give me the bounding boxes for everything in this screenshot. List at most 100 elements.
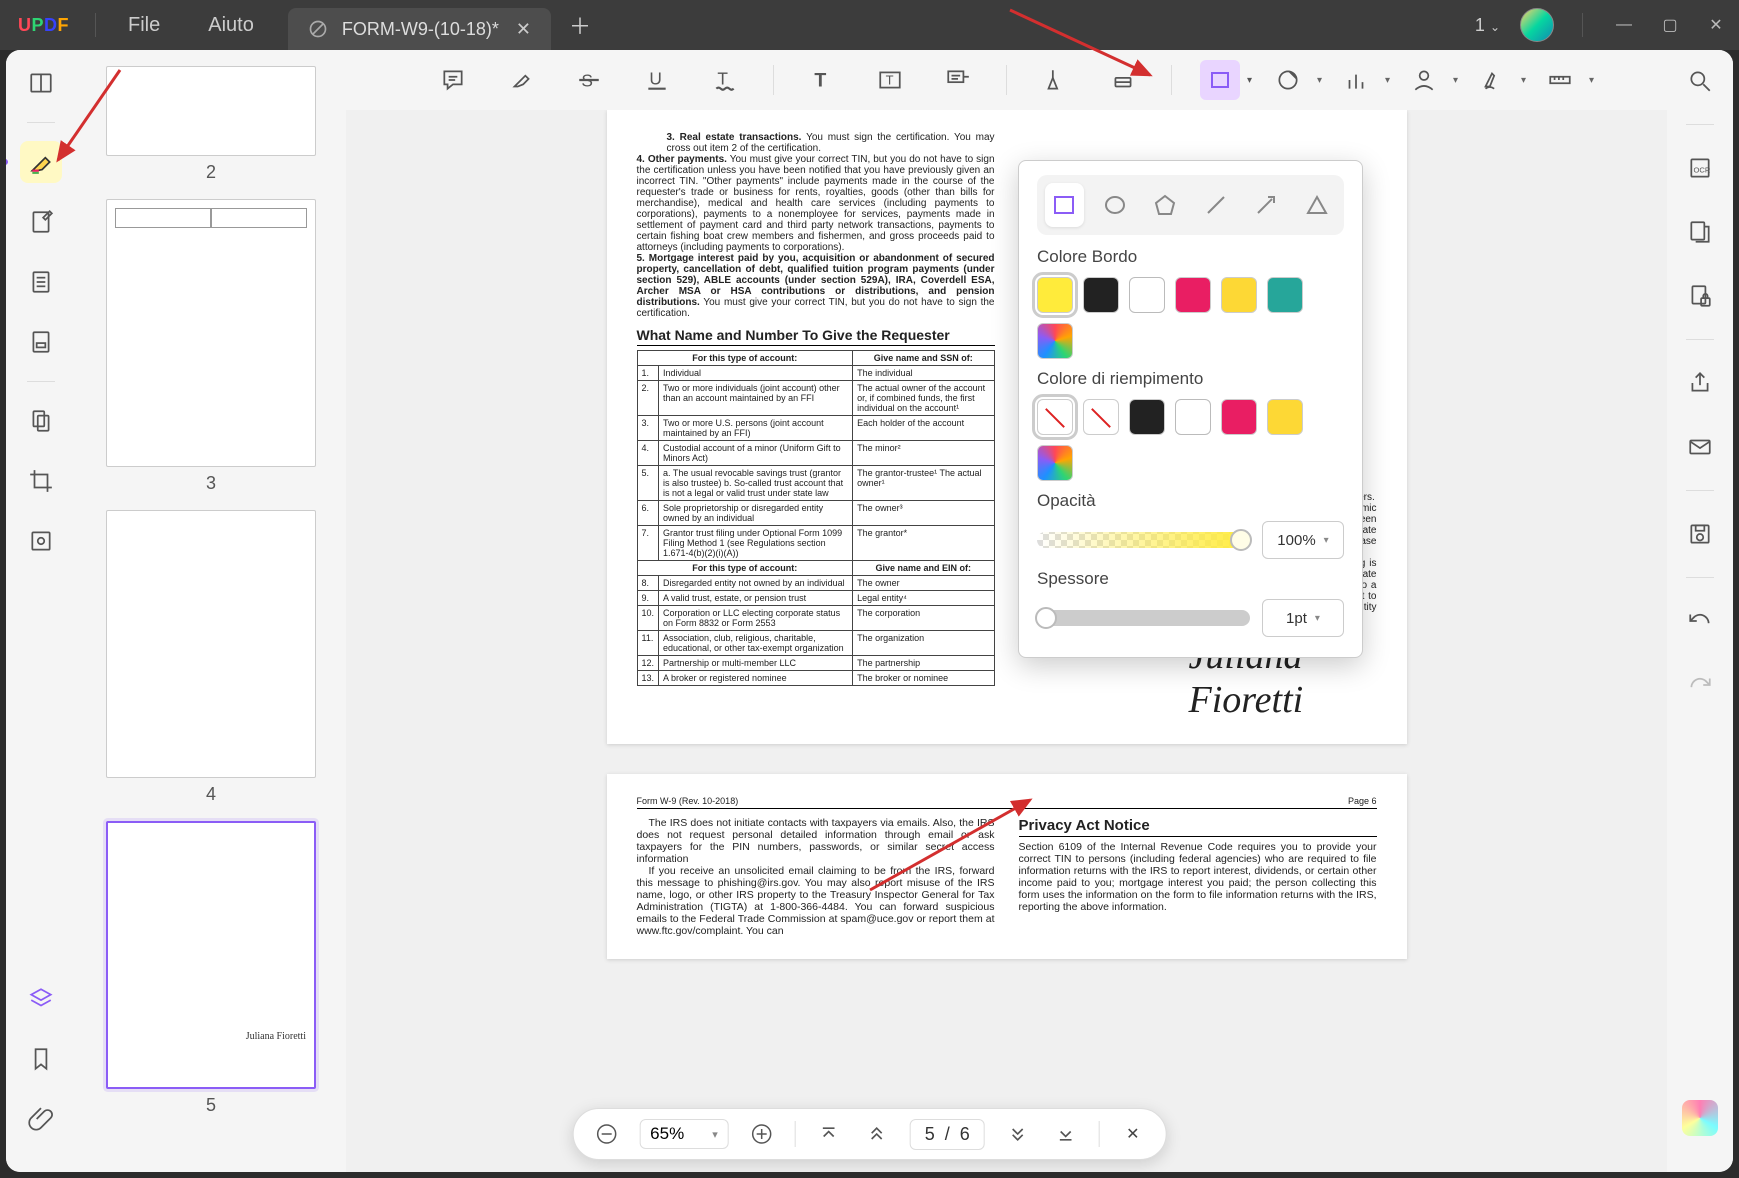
shape-rectangle[interactable] (1045, 183, 1084, 227)
menu-file[interactable]: File (104, 14, 184, 37)
separator (27, 381, 55, 382)
callout-tool[interactable] (938, 60, 978, 100)
tab-close-icon[interactable]: ✕ (516, 19, 531, 40)
person-icon (1411, 67, 1437, 93)
minimize-button[interactable]: — (1611, 12, 1637, 38)
color-swatch[interactable] (1083, 277, 1119, 313)
thickness-value-select[interactable]: 1pt▾ (1262, 599, 1344, 637)
organize-pages-button[interactable] (20, 261, 62, 303)
shape-tool[interactable] (1200, 60, 1240, 100)
menu-help[interactable]: Aiuto (184, 14, 278, 37)
svg-text:OCR: OCR (1694, 165, 1711, 174)
separator (95, 13, 96, 37)
underline-tool[interactable]: U (637, 60, 677, 100)
shape-wave[interactable] (1298, 183, 1337, 227)
color-swatch[interactable] (1175, 277, 1211, 313)
right-sidebar: OCR (1667, 50, 1733, 1172)
share-button[interactable] (1679, 362, 1721, 404)
color-swatch[interactable] (1037, 445, 1073, 481)
attachments-button[interactable] (20, 1098, 62, 1140)
zoom-level-select[interactable]: 65%▾ (639, 1119, 729, 1149)
compare-button[interactable] (1679, 211, 1721, 253)
edit-tool-button[interactable] (20, 201, 62, 243)
thumbnail-page-5[interactable]: Juliana Fioretti 5 (106, 821, 316, 1116)
undo-button[interactable] (1679, 600, 1721, 642)
shape-arrow[interactable] (1247, 183, 1286, 227)
color-swatch[interactable] (1267, 399, 1303, 435)
watermark-tool-button[interactable] (20, 520, 62, 562)
thumbnail-panel[interactable]: 2 3 4 Juliana Fioretti 5 (76, 50, 346, 1172)
rectangle-icon (1208, 68, 1232, 92)
layers-button[interactable] (20, 978, 62, 1020)
underline-icon: U (644, 67, 670, 93)
squiggly-tool[interactable]: T (705, 60, 745, 100)
thickness-label: Spessore (1037, 569, 1344, 589)
close-button[interactable]: ✕ (1703, 12, 1729, 38)
color-swatch[interactable] (1083, 399, 1119, 435)
notification-count[interactable]: 1 ⌄ (1475, 15, 1500, 36)
ai-assistant-button[interactable] (1682, 1100, 1718, 1136)
color-swatch[interactable] (1037, 323, 1073, 359)
oval-icon (1103, 193, 1127, 217)
shape-polygon[interactable] (1146, 183, 1185, 227)
color-swatch[interactable] (1221, 399, 1257, 435)
zoom-in-button[interactable] (747, 1119, 777, 1149)
rectangle-icon (1052, 193, 1076, 217)
search-button[interactable] (1679, 60, 1721, 102)
page-thumbs-button[interactable] (20, 400, 62, 442)
textbox-tool[interactable]: T (870, 60, 910, 100)
bookmarks-button[interactable] (20, 1038, 62, 1080)
new-tab-button[interactable]: ＋ (569, 9, 591, 41)
close-bar-button[interactable]: ✕ (1118, 1119, 1148, 1149)
stamp-tool[interactable]: ▾ (1268, 60, 1308, 100)
separator (1686, 124, 1714, 125)
thumbnail-page-4[interactable]: 4 (106, 510, 316, 805)
color-swatch[interactable] (1037, 399, 1073, 435)
redo-button[interactable] (1679, 664, 1721, 706)
maximize-button[interactable]: ▢ (1657, 12, 1683, 38)
thumbnail-page-3[interactable]: 3 (106, 199, 316, 494)
note-tool[interactable] (433, 60, 473, 100)
ocr-button[interactable]: OCR (1679, 147, 1721, 189)
chevrons-up-icon (867, 1124, 887, 1144)
pages-icon (28, 269, 54, 295)
color-swatch[interactable] (1221, 277, 1257, 313)
protect-button[interactable] (1679, 275, 1721, 317)
chevrons-up-bar-icon (819, 1124, 839, 1144)
document-tab[interactable]: FORM-W9-(10-18)* ✕ (288, 8, 551, 50)
edit-page-icon (28, 209, 54, 235)
color-swatch[interactable] (1175, 399, 1211, 435)
thumb-number: 5 (106, 1095, 316, 1116)
last-page-button[interactable] (1051, 1119, 1081, 1149)
first-page-button[interactable] (814, 1119, 844, 1149)
page-indicator[interactable]: 5 / 6 (910, 1119, 985, 1150)
form-tool-button[interactable] (20, 321, 62, 363)
opacity-label: Opacità (1037, 491, 1344, 511)
color-swatch[interactable] (1267, 277, 1303, 313)
save-button[interactable] (1679, 513, 1721, 555)
prev-page-button[interactable] (862, 1119, 892, 1149)
color-swatch[interactable] (1129, 277, 1165, 313)
sign-tool[interactable]: ▾ (1472, 60, 1512, 100)
color-swatch[interactable] (1129, 399, 1165, 435)
measure-tool[interactable]: ▾ (1540, 60, 1580, 100)
highlight-tool[interactable] (501, 60, 541, 100)
opacity-slider[interactable] (1037, 532, 1250, 548)
user-avatar[interactable] (1520, 8, 1554, 42)
opacity-value-select[interactable]: 100%▾ (1262, 521, 1344, 559)
shape-line[interactable] (1197, 183, 1236, 227)
text-icon: T (809, 67, 835, 93)
strikethrough-tool[interactable]: S (569, 60, 609, 100)
text-tool[interactable]: T (802, 60, 842, 100)
color-swatch[interactable] (1037, 277, 1073, 313)
document-view[interactable]: 3. Real estate transactions. You must si… (346, 110, 1667, 1172)
next-page-button[interactable] (1003, 1119, 1033, 1149)
email-button[interactable] (1679, 426, 1721, 468)
sticker-tool[interactable]: ▾ (1336, 60, 1376, 100)
thickness-slider[interactable] (1037, 610, 1250, 626)
crop-tool-button[interactable] (20, 460, 62, 502)
shape-oval[interactable] (1096, 183, 1135, 227)
signature-tool[interactable]: ▾ (1404, 60, 1444, 100)
zoom-out-button[interactable] (591, 1119, 621, 1149)
layers-icon (28, 986, 54, 1012)
